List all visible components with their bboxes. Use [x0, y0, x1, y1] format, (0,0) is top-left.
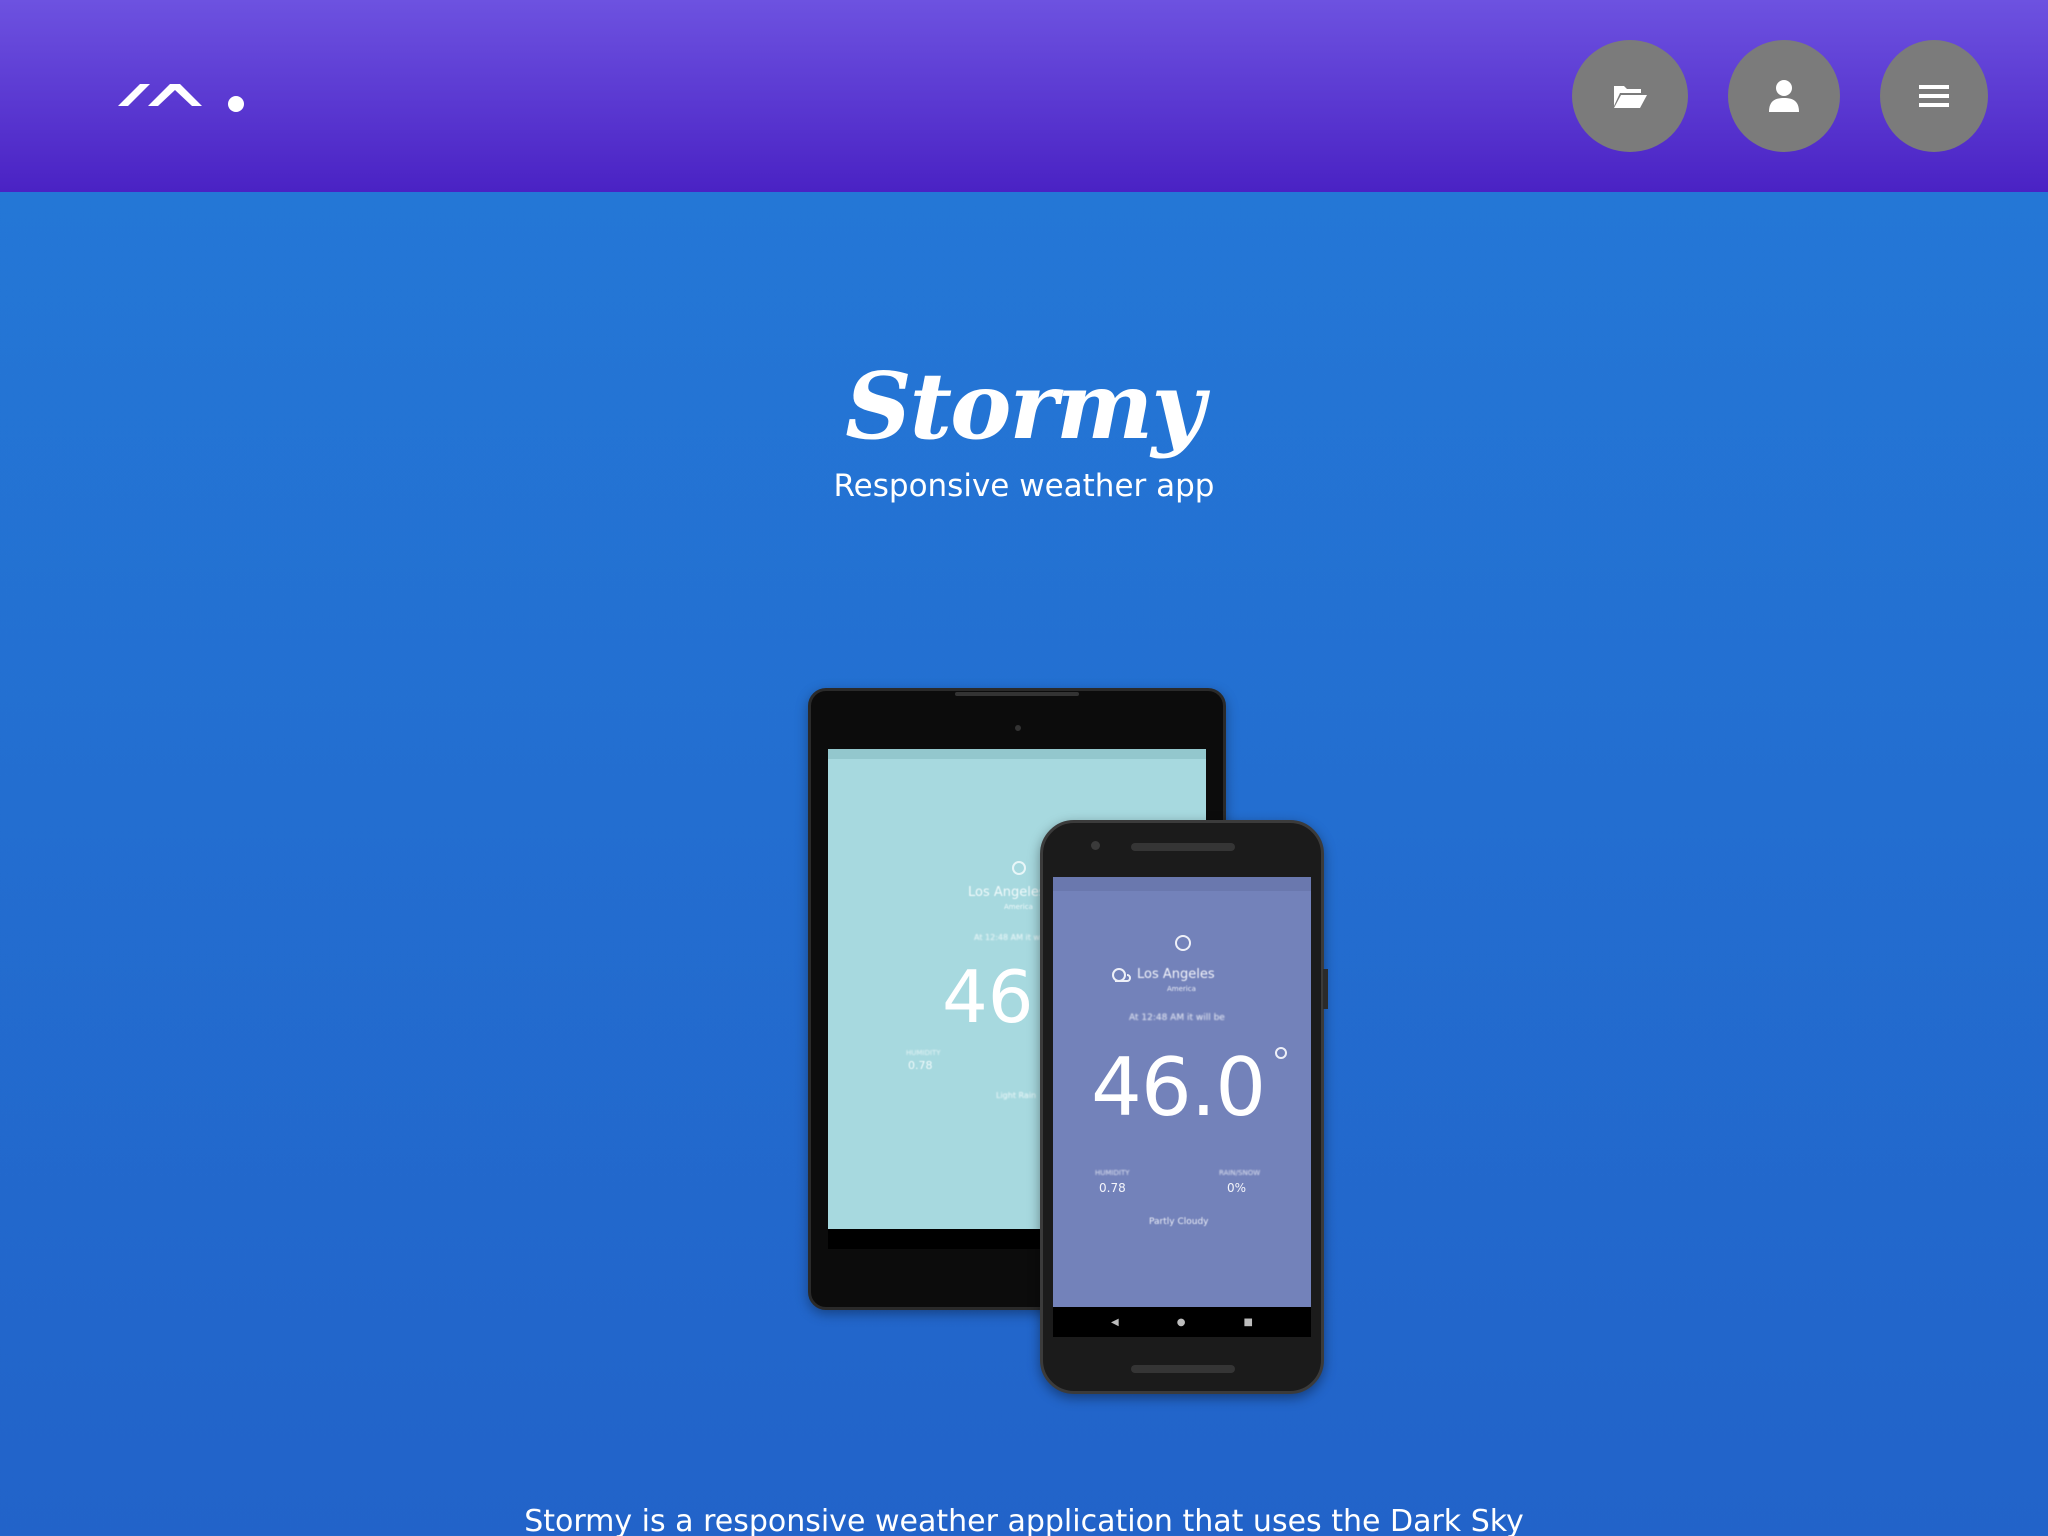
menu-button[interactable]	[1880, 40, 1988, 152]
recents-icon: ■	[1243, 1316, 1253, 1328]
phone-nav-bar: ◀ ● ■	[1053, 1307, 1311, 1337]
folder-open-icon	[1614, 86, 1647, 108]
phone-humidity-label: HUMIDITY	[1095, 1169, 1130, 1177]
degree-icon	[1275, 1047, 1287, 1059]
phone-camera	[1091, 841, 1100, 850]
phone-city: Los Angeles	[1137, 967, 1215, 982]
phone-side-button	[1323, 969, 1328, 1009]
hamburger-menu-icon	[1919, 85, 1949, 107]
user-icon	[1769, 80, 1799, 112]
phone-country: America	[1167, 985, 1196, 993]
project-subtitle: Responsive weather app	[833, 468, 1215, 504]
phone-screen: Los Angeles America At 12:48 AM it will …	[1053, 877, 1311, 1307]
brand-logo[interactable]	[118, 66, 248, 122]
back-icon: ◀	[1111, 1316, 1119, 1328]
refresh-icon	[1175, 935, 1191, 951]
tablet-speaker	[955, 692, 1079, 696]
tablet-camera	[1015, 725, 1021, 731]
home-icon: ●	[1176, 1316, 1186, 1328]
tablet-status-bar	[828, 749, 1206, 759]
phone-mockup: Los Angeles America At 12:48 AM it will …	[1040, 820, 1328, 1394]
project-description: Stormy is a responsive weather applicati…	[524, 1504, 1524, 1536]
phone-time-text: At 12:48 AM it will be	[1129, 1013, 1225, 1023]
phone-temperature: 46.0	[1091, 1041, 1266, 1134]
tablet-summary: Light Rain	[996, 1091, 1037, 1100]
site-header	[0, 0, 2048, 192]
tablet-humidity: 0.78	[908, 1059, 933, 1072]
project-title: Stormy	[845, 352, 1205, 460]
refresh-icon	[1012, 861, 1026, 875]
phone-speaker	[1131, 1365, 1235, 1373]
tablet-country: America	[1004, 903, 1033, 911]
phone-humidity: 0.78	[1099, 1181, 1126, 1195]
phone-rain-label: RAIN/SNOW	[1219, 1169, 1261, 1177]
phone-rain: 0%	[1227, 1181, 1247, 1195]
tablet-city: Los Angeles	[968, 885, 1046, 900]
phone-summary: Partly Cloudy	[1149, 1217, 1209, 1227]
about-button[interactable]	[1728, 40, 1840, 152]
tablet-humidity-label: HUMIDITY	[906, 1049, 941, 1057]
phone-earpiece	[1131, 843, 1235, 851]
cloud-icon	[1112, 968, 1131, 982]
projects-button[interactable]	[1572, 40, 1688, 152]
phone-status-bar	[1053, 877, 1311, 891]
